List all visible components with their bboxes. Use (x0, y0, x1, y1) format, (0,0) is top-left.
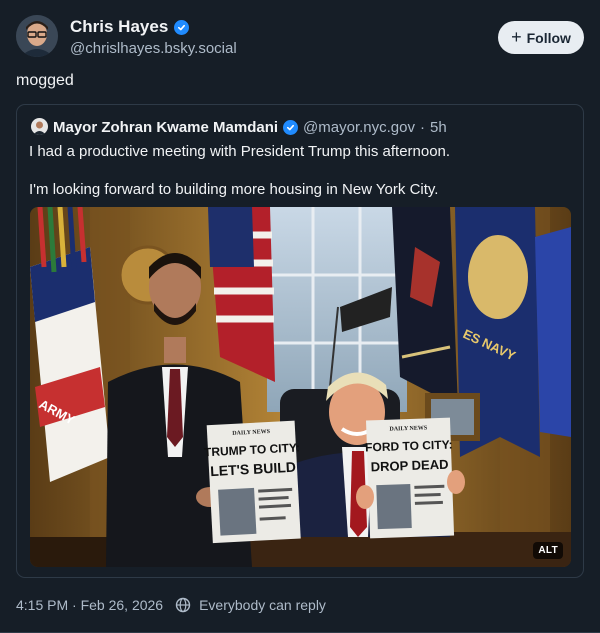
quoted-post-text-line-1: I had a productive meeting with Presiden… (29, 143, 451, 160)
quoted-post[interactable]: Mayor Zohran Kwame Mamdani @mayor.nyc.go… (16, 104, 584, 578)
left-newspaper-sign: DAILY NEWS TRUMP TO CITY: LET'S BUILD (204, 420, 301, 544)
quoted-author-handle[interactable]: @mayor.nyc.gov (303, 119, 415, 136)
right-newspaper-sign: DAILY NEWS FORD TO CITY: DROP DEAD (365, 417, 455, 539)
post-footer: 4:15 PM · Feb 26, 2026 Everybody can rep… (16, 597, 326, 613)
author-name[interactable]: Chris Hayes (70, 17, 190, 37)
quoted-post-image[interactable]: ARMY ES NAVY DAILY NEWS TRUMP TO CITY: L… (30, 207, 571, 567)
quoted-post-time[interactable]: 5h (430, 119, 447, 136)
separator-dot: · (419, 118, 425, 136)
reply-setting: Everybody can reply (199, 597, 326, 613)
globe-icon (175, 597, 191, 613)
quoted-author-avatar[interactable] (31, 118, 48, 135)
author-handle[interactable]: @chrislhayes.bsky.social (70, 40, 237, 57)
verified-check-icon (283, 119, 299, 135)
avatar-photo (16, 15, 58, 57)
quoted-avatar-photo (31, 118, 48, 135)
right-headline-2: DROP DEAD (370, 457, 448, 475)
follow-button[interactable]: + Follow (498, 21, 584, 54)
follow-button-label: Follow (526, 29, 571, 46)
quoted-post-header: Mayor Zohran Kwame Mamdani @mayor.nyc.go… (53, 118, 447, 136)
post-card: Chris Hayes @chrislhayes.bsky.social + F… (0, 0, 600, 633)
author-avatar[interactable] (16, 15, 58, 57)
quoted-post-text-line-2: I'm looking forward to building more hou… (29, 181, 439, 198)
post-text: mogged (16, 72, 74, 89)
plus-icon: + (511, 27, 522, 47)
oval-office-photo: ARMY ES NAVY DAILY NEWS TRUMP TO CITY: L… (30, 207, 571, 567)
author-name-text[interactable]: Chris Hayes (70, 17, 168, 37)
verified-check-icon (174, 19, 190, 35)
post-timestamp[interactable]: 4:15 PM · Feb 26, 2026 (16, 597, 163, 613)
alt-text-badge[interactable]: ALT (533, 542, 563, 559)
quoted-author-name[interactable]: Mayor Zohran Kwame Mamdani (53, 119, 278, 136)
